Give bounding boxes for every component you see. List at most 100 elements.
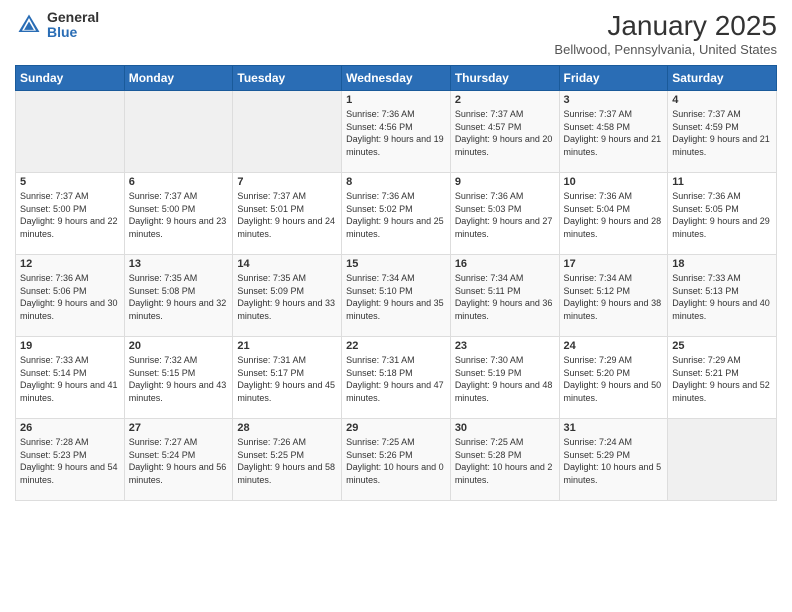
month-title: January 2025 xyxy=(554,10,777,42)
day-info: Sunrise: 7:31 AM Sunset: 5:17 PM Dayligh… xyxy=(237,354,337,404)
day-number: 22 xyxy=(346,340,446,352)
day-number: 24 xyxy=(564,340,664,352)
day-number: 13 xyxy=(129,258,229,270)
calendar-cell: 3 Sunrise: 7:37 AM Sunset: 4:58 PM Daylig… xyxy=(559,91,668,173)
calendar-cell: 21 Sunrise: 7:31 AM Sunset: 5:17 PM Dayli… xyxy=(233,337,342,419)
calendar-cell: 14 Sunrise: 7:35 AM Sunset: 5:09 PM Dayli… xyxy=(233,255,342,337)
calendar-cell: 29 Sunrise: 7:25 AM Sunset: 5:26 PM Dayli… xyxy=(342,419,451,501)
logo-general: General xyxy=(47,10,99,25)
day-info: Sunrise: 7:24 AM Sunset: 5:29 PM Dayligh… xyxy=(564,436,664,486)
calendar-cell: 12Sunrise: 7:36 AM Sunset: 5:06 PM Dayli… xyxy=(16,255,125,337)
day-info: Sunrise: 7:28 AM Sunset: 5:23 PM Dayligh… xyxy=(20,436,120,486)
day-info: Sunrise: 7:34 AM Sunset: 5:12 PM Dayligh… xyxy=(564,272,664,322)
day-info: Sunrise: 7:27 AM Sunset: 5:24 PM Dayligh… xyxy=(129,436,229,486)
calendar-cell: 18Sunrise: 7:33 AM Sunset: 5:13 PM Dayli… xyxy=(668,255,777,337)
calendar-table: SundayMondayTuesdayWednesdayThursdayFrid… xyxy=(15,65,777,501)
day-number: 27 xyxy=(129,422,229,434)
calendar-cell: 2 Sunrise: 7:37 AM Sunset: 4:57 PM Daylig… xyxy=(450,91,559,173)
day-number: 19 xyxy=(20,340,120,352)
calendar-cell: 20Sunrise: 7:32 AM Sunset: 5:15 PM Dayli… xyxy=(124,337,233,419)
day-number: 1 xyxy=(346,94,446,106)
day-info: Sunrise: 7:36 AM Sunset: 5:02 PM Dayligh… xyxy=(346,190,446,240)
calendar-week-4: 19 Sunrise: 7:33 AM Sunset: 5:14 PM Dayli… xyxy=(16,337,777,419)
day-info: Sunrise: 7:36 AM Sunset: 5:03 PM Dayligh… xyxy=(455,190,555,240)
day-header-thursday: Thursday xyxy=(450,66,559,91)
calendar-cell: 23 Sunrise: 7:30 AM Sunset: 5:19 PM Dayli… xyxy=(450,337,559,419)
logo-icon xyxy=(15,11,43,39)
day-number: 29 xyxy=(346,422,446,434)
calendar-cell xyxy=(124,91,233,173)
calendar-week-2: 5 Sunrise: 7:37 AM Sunset: 5:00 PM Daylig… xyxy=(16,173,777,255)
day-header-sunday: Sunday xyxy=(16,66,125,91)
day-info: Sunrise: 7:26 AM Sunset: 5:25 PM Dayligh… xyxy=(237,436,337,486)
day-info: Sunrise: 7:37 AM Sunset: 5:01 PM Dayligh… xyxy=(237,190,337,240)
day-info: Sunrise: 7:36 AM Sunset: 4:56 PM Dayligh… xyxy=(346,108,446,158)
calendar-week-1: 1 Sunrise: 7:36 AM Sunset: 4:56 PM Daylig… xyxy=(16,91,777,173)
day-info: Sunrise: 7:25 AM Sunset: 5:28 PM Dayligh… xyxy=(455,436,555,486)
day-number: 28 xyxy=(237,422,337,434)
title-section: January 2025 Bellwood, Pennsylvania, Uni… xyxy=(554,10,777,57)
calendar-cell: 16Sunrise: 7:34 AM Sunset: 5:11 PM Dayli… xyxy=(450,255,559,337)
day-number: 14 xyxy=(237,258,337,270)
day-number: 10 xyxy=(564,176,664,188)
day-header-monday: Monday xyxy=(124,66,233,91)
day-info: Sunrise: 7:37 AM Sunset: 5:00 PM Dayligh… xyxy=(129,190,229,240)
calendar-cell: 7Sunrise: 7:37 AM Sunset: 5:01 PM Daylig… xyxy=(233,173,342,255)
day-number: 17 xyxy=(564,258,664,270)
day-number: 11 xyxy=(672,176,772,188)
calendar-cell: 8Sunrise: 7:36 AM Sunset: 5:02 PM Daylig… xyxy=(342,173,451,255)
day-info: Sunrise: 7:33 AM Sunset: 5:14 PM Dayligh… xyxy=(20,354,120,404)
calendar-cell: 30Sunrise: 7:25 AM Sunset: 5:28 PM Dayli… xyxy=(450,419,559,501)
calendar-cell: 10Sunrise: 7:36 AM Sunset: 5:04 PM Dayli… xyxy=(559,173,668,255)
day-info: Sunrise: 7:37 AM Sunset: 5:00 PM Dayligh… xyxy=(20,190,120,240)
calendar-cell: 17 Sunrise: 7:34 AM Sunset: 5:12 PM Dayli… xyxy=(559,255,668,337)
page-header: General Blue January 2025 Bellwood, Penn… xyxy=(15,10,777,57)
day-number: 21 xyxy=(237,340,337,352)
calendar-cell: 11 Sunrise: 7:36 AM Sunset: 5:05 PM Dayli… xyxy=(668,173,777,255)
calendar-header-row: SundayMondayTuesdayWednesdayThursdayFrid… xyxy=(16,66,777,91)
day-info: Sunrise: 7:31 AM Sunset: 5:18 PM Dayligh… xyxy=(346,354,446,404)
calendar-cell: 19 Sunrise: 7:33 AM Sunset: 5:14 PM Dayli… xyxy=(16,337,125,419)
day-number: 5 xyxy=(20,176,120,188)
calendar-week-5: 26 Sunrise: 7:28 AM Sunset: 5:23 PM Dayli… xyxy=(16,419,777,501)
day-info: Sunrise: 7:30 AM Sunset: 5:19 PM Dayligh… xyxy=(455,354,555,404)
day-number: 31 xyxy=(564,422,664,434)
calendar-cell: 27 Sunrise: 7:27 AM Sunset: 5:24 PM Dayli… xyxy=(124,419,233,501)
day-number: 23 xyxy=(455,340,555,352)
calendar-cell: 1 Sunrise: 7:36 AM Sunset: 4:56 PM Daylig… xyxy=(342,91,451,173)
calendar-cell: 4Sunrise: 7:37 AM Sunset: 4:59 PM Daylig… xyxy=(668,91,777,173)
day-info: Sunrise: 7:35 AM Sunset: 5:08 PM Dayligh… xyxy=(129,272,229,322)
location-text: Bellwood, Pennsylvania, United States xyxy=(554,42,777,57)
day-info: Sunrise: 7:34 AM Sunset: 5:10 PM Dayligh… xyxy=(346,272,446,322)
day-number: 26 xyxy=(20,422,120,434)
calendar-cell: 22 Sunrise: 7:31 AM Sunset: 5:18 PM Dayli… xyxy=(342,337,451,419)
day-info: Sunrise: 7:34 AM Sunset: 5:11 PM Dayligh… xyxy=(455,272,555,322)
calendar-cell xyxy=(668,419,777,501)
day-info: Sunrise: 7:37 AM Sunset: 4:57 PM Dayligh… xyxy=(455,108,555,158)
day-number: 6 xyxy=(129,176,229,188)
day-number: 9 xyxy=(455,176,555,188)
day-number: 18 xyxy=(672,258,772,270)
calendar-cell: 5 Sunrise: 7:37 AM Sunset: 5:00 PM Daylig… xyxy=(16,173,125,255)
day-info: Sunrise: 7:37 AM Sunset: 4:58 PM Dayligh… xyxy=(564,108,664,158)
day-info: Sunrise: 7:36 AM Sunset: 5:06 PM Dayligh… xyxy=(20,272,120,322)
day-number: 3 xyxy=(564,94,664,106)
day-info: Sunrise: 7:35 AM Sunset: 5:09 PM Dayligh… xyxy=(237,272,337,322)
day-number: 2 xyxy=(455,94,555,106)
logo-blue-text: Blue xyxy=(47,25,99,40)
day-info: Sunrise: 7:25 AM Sunset: 5:26 PM Dayligh… xyxy=(346,436,446,486)
day-number: 15 xyxy=(346,258,446,270)
day-info: Sunrise: 7:29 AM Sunset: 5:21 PM Dayligh… xyxy=(672,354,772,404)
day-info: Sunrise: 7:36 AM Sunset: 5:05 PM Dayligh… xyxy=(672,190,772,240)
calendar-cell: 15 Sunrise: 7:34 AM Sunset: 5:10 PM Dayli… xyxy=(342,255,451,337)
calendar-week-3: 12Sunrise: 7:36 AM Sunset: 5:06 PM Dayli… xyxy=(16,255,777,337)
day-info: Sunrise: 7:29 AM Sunset: 5:20 PM Dayligh… xyxy=(564,354,664,404)
logo: General Blue xyxy=(15,10,99,41)
calendar-cell xyxy=(16,91,125,173)
calendar-cell: 6 Sunrise: 7:37 AM Sunset: 5:00 PM Daylig… xyxy=(124,173,233,255)
calendar-cell: 13 Sunrise: 7:35 AM Sunset: 5:08 PM Dayli… xyxy=(124,255,233,337)
day-header-friday: Friday xyxy=(559,66,668,91)
calendar-cell: 25Sunrise: 7:29 AM Sunset: 5:21 PM Dayli… xyxy=(668,337,777,419)
calendar-cell: 24 Sunrise: 7:29 AM Sunset: 5:20 PM Dayli… xyxy=(559,337,668,419)
day-number: 20 xyxy=(129,340,229,352)
